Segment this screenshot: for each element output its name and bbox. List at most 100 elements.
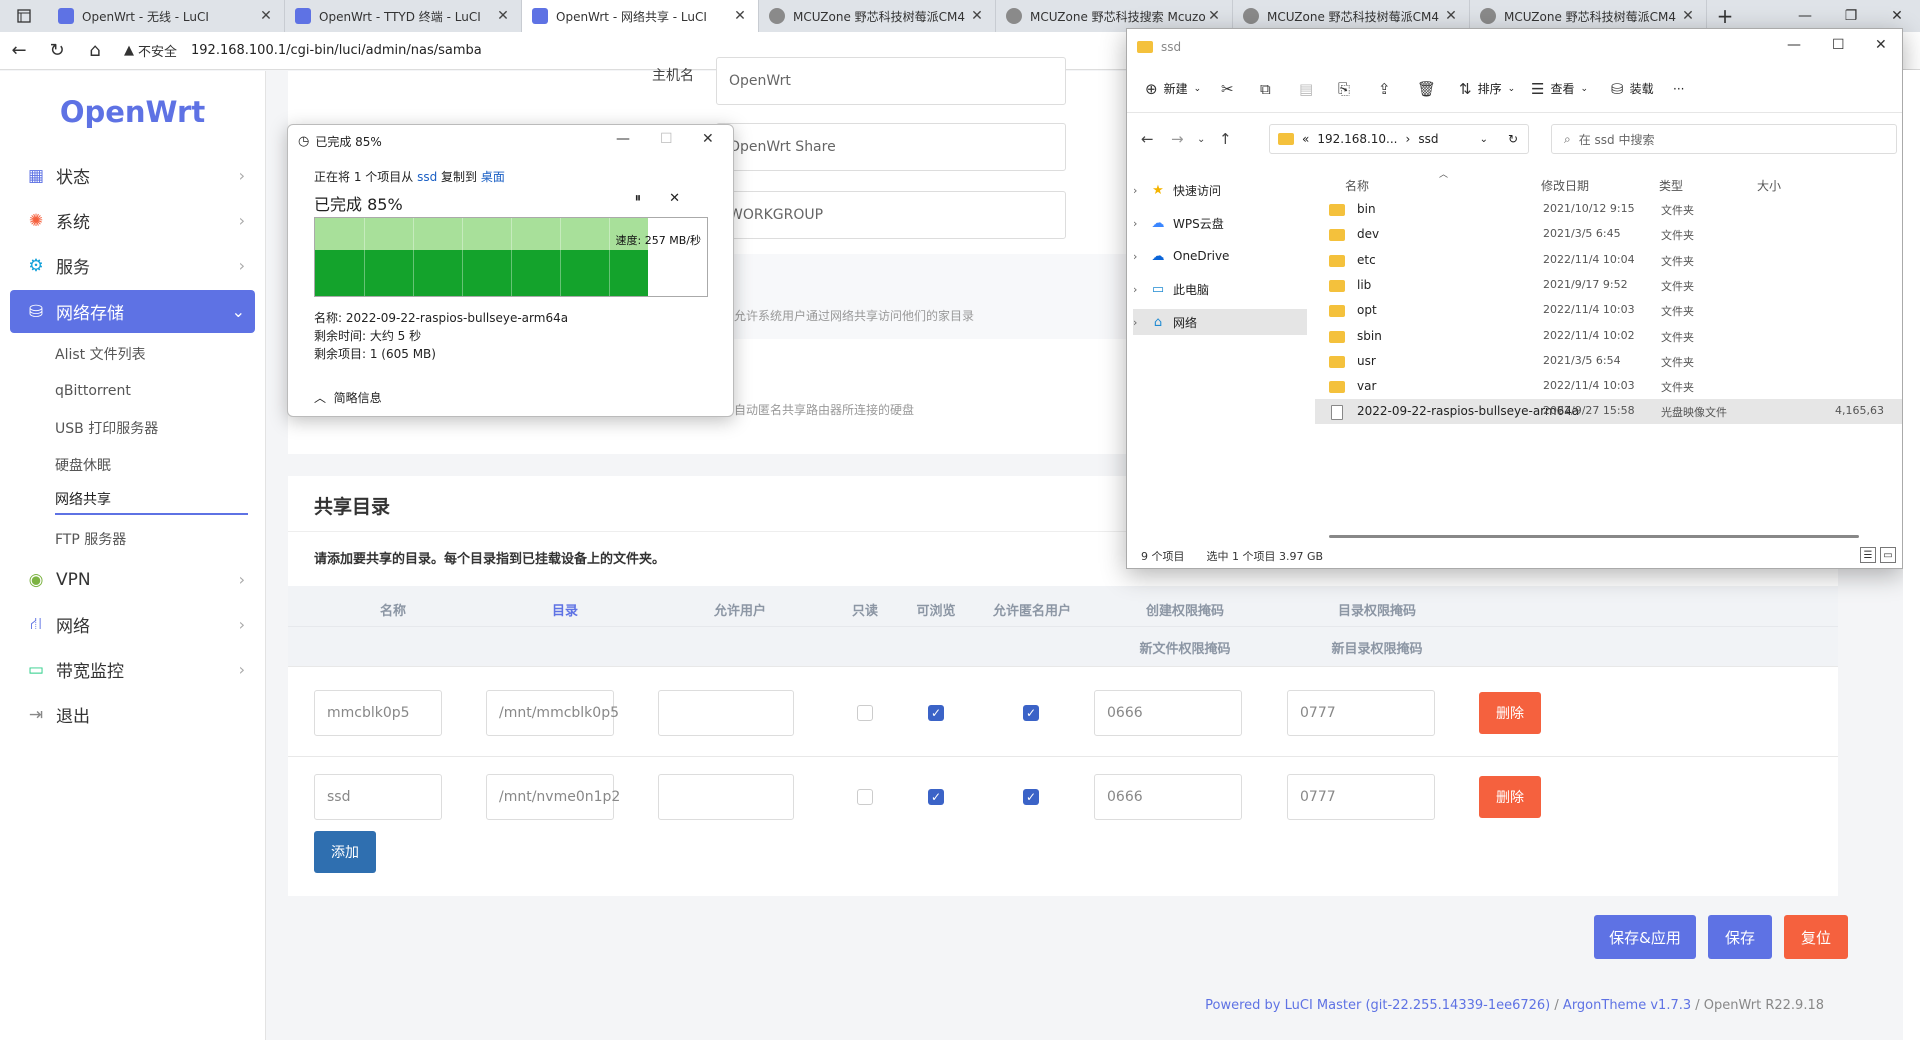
sidebar-item[interactable]: ▦ 状态 › xyxy=(0,153,265,198)
submenu-item[interactable]: Alist 文件列表 xyxy=(0,335,265,372)
file-row[interactable]: usr 2021/3/5 6:54 文件夹 xyxy=(1315,349,1902,374)
file-row[interactable]: sbin 2022/11/4 10:02 文件夹 xyxy=(1315,324,1902,349)
file-row[interactable]: opt 2022/11/4 10:03 文件夹 xyxy=(1315,298,1902,323)
rename-button[interactable]: ⎘ xyxy=(1338,80,1350,98)
sidebar-item[interactable]: ⛁ 网络存储 ⌄ xyxy=(10,290,255,333)
close-tab-icon[interactable]: ✕ xyxy=(258,8,274,24)
browser-tab[interactable]: OpenWrt - TTYD 终端 - LuCI ✕ xyxy=(285,0,522,32)
sidebar-item[interactable]: ⛙ 网络 › xyxy=(0,602,265,647)
url-field[interactable]: ▲ 不安全 192.168.100.1/cgi-bin/luci/admin/n… xyxy=(124,41,482,60)
file-row[interactable]: dev 2021/3/5 6:45 文件夹 xyxy=(1315,222,1902,247)
file-row[interactable]: 2022-09-22-raspios-bullseye-arm64a 2022/… xyxy=(1315,399,1902,425)
cancel-icon[interactable]: ✕ xyxy=(669,191,708,206)
destination-link[interactable]: 桌面 xyxy=(481,170,505,184)
close-tab-icon[interactable]: ✕ xyxy=(1443,8,1459,24)
maximize-button[interactable]: ☐ xyxy=(1832,37,1845,53)
submenu-item[interactable]: 网络共享 xyxy=(0,483,265,520)
dir-mask-input[interactable]: 0777 xyxy=(1287,690,1435,736)
file-row[interactable]: bin 2021/10/12 9:15 文件夹 xyxy=(1315,197,1902,222)
up-button[interactable]: ↑ xyxy=(1219,130,1232,148)
nav-item[interactable]: › ▭ 此电脑 xyxy=(1133,276,1307,302)
browser-tab[interactable]: MCUZone 野芯科技树莓派CM4 ✕ xyxy=(759,0,996,32)
expand-arrow-icon[interactable]: › xyxy=(1133,184,1149,197)
breadcrumb-item[interactable]: ssd xyxy=(1418,132,1438,146)
browseable-checkbox[interactable]: ✓ xyxy=(928,789,944,805)
path-box[interactable]: « 192.168.10... › ssd ⌄ ↻ xyxy=(1269,124,1529,154)
copy-button[interactable]: ⧉ xyxy=(1260,80,1271,98)
share-users-input[interactable] xyxy=(658,690,794,736)
expand-arrow-icon[interactable]: › xyxy=(1133,250,1149,263)
share-name-input[interactable]: ssd xyxy=(314,774,442,820)
delete-button[interactable]: 🗑 xyxy=(1417,80,1436,98)
description-input[interactable]: OpenWrt Share xyxy=(716,123,1066,171)
details-view-icon[interactable]: ☰ xyxy=(1860,547,1876,563)
sidebar-item[interactable]: ◉ VPN › xyxy=(0,557,265,602)
create-mask-input[interactable]: 0666 xyxy=(1094,774,1242,820)
breadcrumb-item[interactable]: › xyxy=(1406,132,1411,146)
browser-tab[interactable]: OpenWrt - 无线 - LuCI ✕ xyxy=(48,0,285,32)
delete-button[interactable]: 删除 xyxy=(1479,692,1541,734)
expand-arrow-icon[interactable]: › xyxy=(1133,217,1149,230)
openwrt-logo[interactable]: OpenWrt xyxy=(0,71,265,153)
col-path[interactable]: 目录 xyxy=(552,600,578,619)
share-name-input[interactable]: mmcblk0p5 xyxy=(314,690,442,736)
col-type[interactable]: 类型 xyxy=(1659,177,1683,194)
nav-item[interactable]: › ☁ WPS云盘 xyxy=(1133,210,1307,236)
tab-actions-icon[interactable] xyxy=(0,0,48,32)
add-share-button[interactable]: 添加 xyxy=(314,831,376,873)
view-button[interactable]: ☰ 查看 ⌄ xyxy=(1531,80,1588,98)
col-date[interactable]: 修改日期 xyxy=(1541,177,1589,194)
readonly-checkbox[interactable] xyxy=(857,705,873,721)
readonly-checkbox[interactable] xyxy=(857,789,873,805)
back-button[interactable]: ← xyxy=(1141,130,1154,148)
guest-checkbox[interactable]: ✓ xyxy=(1023,705,1039,721)
share-button[interactable]: ⇪ xyxy=(1378,80,1391,98)
submenu-item[interactable]: USB 打印服务器 xyxy=(0,409,265,446)
close-tab-icon[interactable]: ✕ xyxy=(1206,8,1222,24)
col-name[interactable]: 名称 xyxy=(1345,177,1369,194)
nav-item[interactable]: › ☁ OneDrive xyxy=(1133,243,1307,269)
sidebar-item[interactable]: ⇥ 退出 xyxy=(0,692,265,737)
minimize-button[interactable]: — xyxy=(616,131,630,147)
nav-item[interactable]: › ★ 快速访问 xyxy=(1133,177,1307,203)
file-row[interactable]: var 2022/11/4 10:03 文件夹 xyxy=(1315,374,1902,399)
nav-item[interactable]: › ⌂ 网络 xyxy=(1133,309,1307,335)
sidebar-item[interactable]: ✺ 系统 › xyxy=(0,198,265,243)
file-row[interactable]: lib 2021/9/17 9:52 文件夹 xyxy=(1315,273,1902,298)
guest-checkbox[interactable]: ✓ xyxy=(1023,789,1039,805)
create-mask-input[interactable]: 0666 xyxy=(1094,690,1242,736)
breadcrumb-item[interactable]: 192.168.10... xyxy=(1317,132,1397,146)
delete-button[interactable]: 删除 xyxy=(1479,776,1541,818)
reload-button[interactable]: ↻ xyxy=(38,40,76,61)
breadcrumb-item[interactable]: « xyxy=(1302,132,1309,146)
source-link[interactable]: ssd xyxy=(417,170,437,184)
minimize-button[interactable]: — xyxy=(1787,37,1801,53)
save-button[interactable]: 保存 xyxy=(1708,915,1772,959)
refresh-icon[interactable]: ↻ xyxy=(1508,132,1518,146)
close-tab-icon[interactable]: ✕ xyxy=(495,8,511,24)
search-input[interactable]: ⌕ 在 ssd 中搜索 xyxy=(1551,124,1897,154)
workgroup-input[interactable]: WORKGROUP xyxy=(716,191,1066,239)
sidebar-item[interactable]: ▭ 带宽监控 › xyxy=(0,647,265,692)
recent-dropdown[interactable]: ⌄ xyxy=(1197,134,1205,145)
submenu-item[interactable]: 硬盘休眠 xyxy=(0,446,265,483)
dir-mask-input[interactable]: 0777 xyxy=(1287,774,1435,820)
path-dropdown-icon[interactable]: ⌄ xyxy=(1480,134,1488,145)
luci-version-link[interactable]: Powered by LuCI Master (git-22.255.14339… xyxy=(1205,998,1550,1013)
expand-arrow-icon[interactable]: › xyxy=(1133,283,1149,296)
share-users-input[interactable] xyxy=(658,774,794,820)
share-path-input[interactable]: /mnt/nvme0n1p2 xyxy=(486,774,620,820)
less-info-toggle[interactable]: ︿ 简略信息 xyxy=(314,389,382,406)
close-button[interactable]: ✕ xyxy=(702,131,714,147)
tiles-view-icon[interactable]: ▭ xyxy=(1880,547,1896,563)
more-button[interactable]: ··· xyxy=(1673,82,1684,96)
home-button[interactable]: ⌂ xyxy=(76,40,114,61)
close-tab-icon[interactable]: ✕ xyxy=(732,8,748,24)
cut-button[interactable]: ✂ xyxy=(1221,80,1234,98)
back-button[interactable]: ← xyxy=(0,40,38,61)
close-button[interactable]: ✕ xyxy=(1875,37,1887,53)
sort-button[interactable]: ⇅ 排序 ⌄ xyxy=(1459,80,1515,98)
close-tab-icon[interactable]: ✕ xyxy=(1680,8,1696,24)
horizontal-scrollbar[interactable] xyxy=(1329,535,1859,538)
mount-button[interactable]: ⛁ 装载 xyxy=(1611,80,1654,98)
